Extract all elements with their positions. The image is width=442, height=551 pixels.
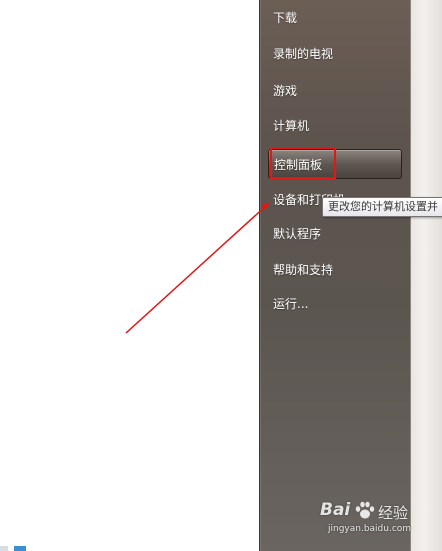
start-menu-edge (410, 0, 442, 551)
watermark-logo-text: Bai (320, 500, 351, 520)
menu-item-downloads[interactable]: 下载 (268, 3, 402, 33)
menu-item-computer[interactable]: 计算机 (268, 111, 402, 141)
watermark-url: jingyan.baidu.com (328, 524, 412, 534)
watermark-brand-text: 经验 (378, 504, 409, 522)
paw-icon (355, 501, 375, 519)
taskbar-fragment (0, 546, 30, 551)
menu-item-help-support[interactable]: 帮助和支持 (268, 255, 402, 285)
menu-item-default-programs[interactable]: 默认程序 (268, 219, 402, 249)
desktop-background (0, 0, 259, 551)
menu-item-run[interactable]: 运行... (268, 289, 402, 319)
highlight-annotation-box (270, 147, 336, 179)
menu-item-games[interactable]: 游戏 (268, 76, 402, 106)
baidu-watermark: Bai 经验 jingyan.baidu.com (320, 500, 440, 540)
menu-item-recorded-tv[interactable]: 录制的电视 (268, 39, 402, 69)
control-panel-tooltip: 更改您的计算机设置并 (322, 197, 442, 217)
